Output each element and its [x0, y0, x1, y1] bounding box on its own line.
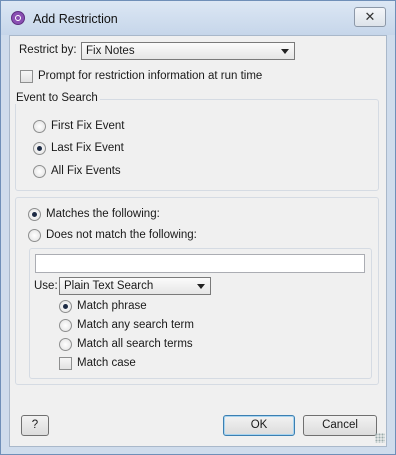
title-bar: Add Restriction ✕	[1, 1, 395, 35]
match-all-terms-radio[interactable]	[59, 338, 72, 351]
ok-button-label: OK	[250, 419, 268, 431]
resize-grip[interactable]	[375, 433, 385, 443]
cancel-button[interactable]: Cancel	[303, 415, 377, 436]
use-label: Use:	[34, 280, 58, 292]
help-button[interactable]: ?	[21, 415, 49, 436]
close-icon: ✕	[364, 9, 376, 24]
does-not-match-radio[interactable]	[28, 229, 41, 242]
restrict-by-select[interactable]: Fix Notes	[81, 42, 295, 60]
match-phrase-label: Match phrase	[77, 300, 147, 312]
close-button[interactable]: ✕	[354, 7, 386, 27]
all-fix-events-label: All Fix Events	[51, 165, 121, 177]
prompt-checkbox[interactable]	[20, 70, 33, 83]
all-fix-events-radio[interactable]	[33, 165, 46, 178]
match-phrase-radio[interactable]	[59, 300, 72, 313]
chevron-down-icon	[197, 284, 205, 289]
match-case-checkbox[interactable]	[59, 357, 72, 370]
search-text-input[interactable]	[35, 254, 365, 273]
match-any-term-radio[interactable]	[59, 319, 72, 332]
last-fix-event-label: Last Fix Event	[51, 142, 124, 154]
last-fix-event-radio[interactable]	[33, 142, 46, 155]
first-fix-event-radio[interactable]	[33, 120, 46, 133]
search-type-value: Plain Text Search	[64, 280, 154, 292]
cancel-button-label: Cancel	[322, 419, 358, 431]
search-type-select[interactable]: Plain Text Search	[59, 277, 211, 295]
matches-label: Matches the following:	[46, 208, 160, 220]
prompt-checkbox-label: Prompt for restriction information at ru…	[38, 70, 263, 82]
chevron-down-icon	[281, 49, 289, 54]
event-to-search-title: Event to Search	[14, 92, 100, 104]
help-button-label: ?	[31, 419, 39, 431]
first-fix-event-label: First Fix Event	[51, 120, 125, 132]
add-restriction-dialog: Add Restriction ✕ Restrict by: Fix Notes…	[0, 0, 396, 455]
ok-button[interactable]: OK	[223, 415, 295, 436]
does-not-match-label: Does not match the following:	[46, 229, 197, 241]
match-all-terms-label: Match all search terms	[77, 338, 193, 350]
dialog-body: Restrict by: Fix Notes Prompt for restri…	[9, 35, 387, 447]
matches-radio[interactable]	[28, 208, 41, 221]
dialog-title: Add Restriction	[33, 12, 118, 26]
restrict-by-label: Restrict by:	[19, 44, 77, 56]
match-any-term-label: Match any search term	[77, 319, 194, 331]
restrict-by-value: Fix Notes	[86, 45, 135, 57]
match-case-label: Match case	[77, 357, 136, 369]
app-icon	[11, 11, 25, 25]
